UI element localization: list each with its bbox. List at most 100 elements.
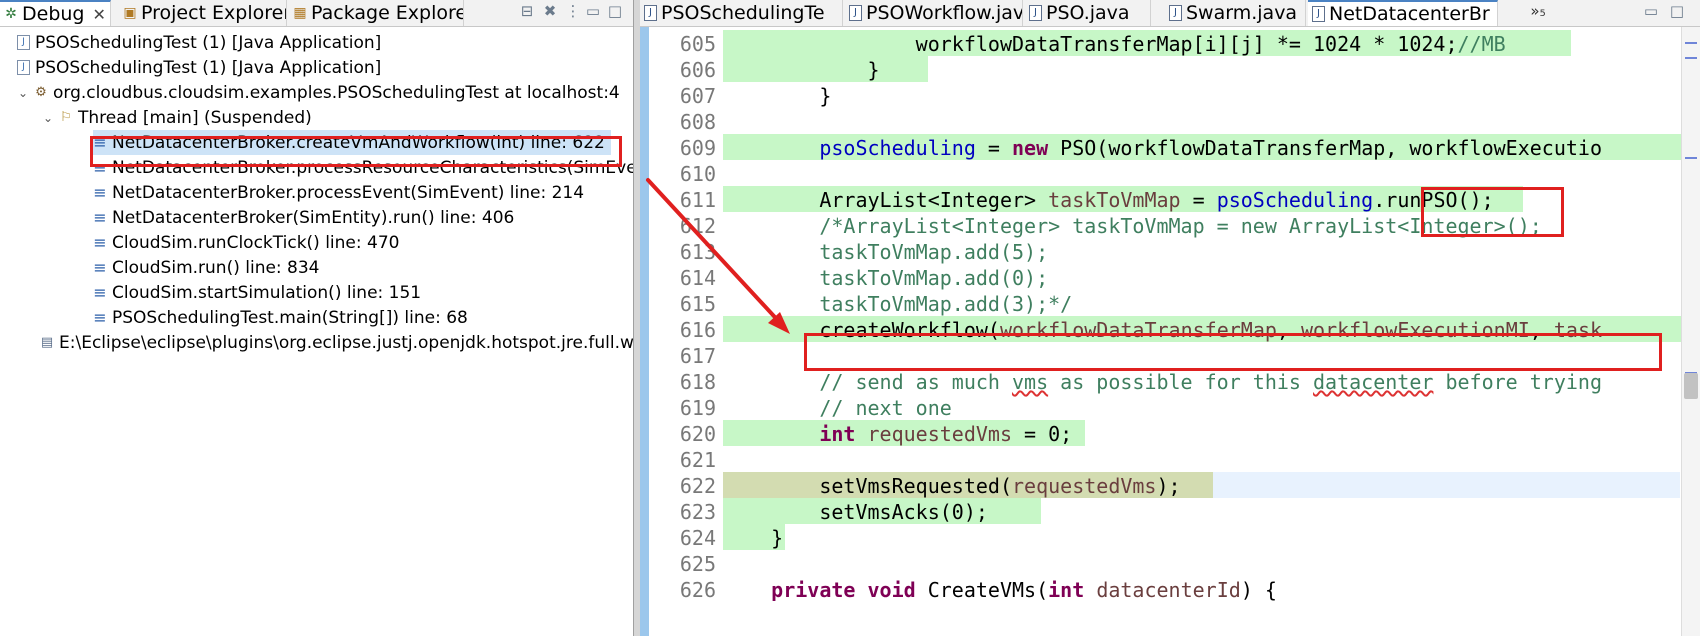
code-text: // send as much vms as possible for this… <box>819 370 1603 394</box>
code-line: 617 <box>640 342 1700 368</box>
collapse-all-icon[interactable]: ⊟ <box>519 2 535 20</box>
chevron-down-icon[interactable]: ⌄ <box>17 86 29 100</box>
stack-frame-selected[interactable]: ≡ NetDatacenterBroker.createVmAndWorkflo… <box>93 130 611 155</box>
tree-item-jre-process[interactable]: ▤ E:\Eclipse\eclipse\plugins\org.eclipse… <box>40 330 634 355</box>
code-text: taskToVmMap.add(3);*/ <box>819 292 1073 316</box>
vertical-scrollbar[interactable] <box>1681 27 1700 636</box>
process-icon: ▤ <box>40 334 54 350</box>
minimize-icon[interactable]: ▭ <box>1643 2 1659 20</box>
remove-launches-icon[interactable]: ✖ <box>542 2 558 20</box>
stack-frame[interactable]: ≡ NetDatacenterBroker(SimEntity).run() l… <box>93 205 514 230</box>
view-menu-icon[interactable]: ⋮ <box>565 2 581 20</box>
line-number: 610 <box>679 162 716 186</box>
code-line: 607 } <box>640 82 1700 108</box>
tree-item-launch-1[interactable]: J PSOSchedulingTest (1) [Java Applicatio… <box>17 30 381 55</box>
code-text: createWorkflow(workflowDataTransferMap, … <box>819 318 1603 342</box>
tree-item-label: org.cloudbus.cloudsim.examples.PSOSchedu… <box>53 82 620 103</box>
stack-frame[interactable]: ≡ CloudSim.startSimulation() line: 151 <box>93 280 421 305</box>
tab-debug[interactable]: ✲ Debug ✕ <box>0 0 111 26</box>
line-number: 624 <box>679 526 716 550</box>
line-number: 617 <box>679 344 716 368</box>
line-number: 605 <box>679 32 716 56</box>
stack-frame[interactable]: ≡ NetDatacenterBroker.processEvent(SimEv… <box>93 180 584 205</box>
debug-target-icon: ⚙ <box>35 84 47 100</box>
thread-suspended-icon: ⚐ <box>60 109 72 125</box>
line-number: 619 <box>679 396 716 420</box>
line-number: 625 <box>679 552 716 576</box>
stack-frame[interactable]: ≡ NetDatacenterBroker.processResourceCha… <box>93 155 636 180</box>
line-number: 622 <box>679 474 716 498</box>
code-line: 621 <box>640 446 1700 472</box>
code-line: 605 workflowDataTransferMap[i][j] *= 102… <box>640 30 1700 56</box>
stack-frame-icon: ≡ <box>93 132 107 152</box>
stack-frame[interactable]: ≡ CloudSim.runClockTick() line: 470 <box>93 230 399 255</box>
code-line: 618 // send as much vms as possible for … <box>640 368 1700 394</box>
editor-tab-label: PSO.java <box>1046 2 1130 24</box>
stack-frame[interactable]: ≡ PSOSchedulingTest.main(String[]) line:… <box>93 305 468 330</box>
tree-item-label: CloudSim.run() line: 834 <box>112 257 320 278</box>
minimize-icon[interactable]: ▭ <box>585 2 601 20</box>
debug-view-tabbar: ✲ Debug ✕ ▣ Project Explorer ▦ Package E… <box>0 0 640 27</box>
code-editor[interactable]: 605 workflowDataTransferMap[i][j] *= 102… <box>640 27 1700 636</box>
editor-tab-label: NetDatacenterBr <box>1329 3 1490 25</box>
code-text: int requestedVms = 0; <box>819 422 1073 446</box>
editor-tab-label: PSOSchedulingTe <box>661 2 825 24</box>
editor-tab[interactable]: J PSO.java <box>1025 0 1151 26</box>
editor-tab-active[interactable]: J NetDatacenterBr ✕ <box>1308 0 1498 26</box>
tree-item-launch-2[interactable]: J PSOSchedulingTest (1) [Java Applicatio… <box>17 55 381 80</box>
code-text: taskToVmMap.add(0); <box>819 266 1049 290</box>
code-text: setVmsRequested(requestedVms); <box>819 474 1181 498</box>
line-number: 623 <box>679 500 716 524</box>
package-icon: ▦ <box>293 5 307 21</box>
tree-item-thread[interactable]: ⌄ ⚐ Thread [main] (Suspended) <box>42 105 312 130</box>
code-line: 606 } <box>640 56 1700 82</box>
code-text: } <box>771 526 784 550</box>
code-line: 620 int requestedVms = 0; <box>640 420 1700 446</box>
tree-item-label: Thread [main] (Suspended) <box>78 107 312 128</box>
tab-package-explorer[interactable]: ▦ Package Explorer <box>289 0 464 26</box>
chevron-down-icon[interactable]: ⌄ <box>42 111 54 125</box>
code-text: private void CreateVMs(int datacenterId)… <box>771 578 1277 602</box>
code-line: 611 ArrayList<Integer> taskToVmMap = pso… <box>640 186 1700 212</box>
line-number: 626 <box>679 578 716 602</box>
line-number: 614 <box>679 266 716 290</box>
stack-frame-icon: ≡ <box>93 232 107 252</box>
close-icon[interactable]: ✕ <box>92 5 105 24</box>
tree-item-label: NetDatacenterBroker.createVmAndWorkflow(… <box>112 132 605 153</box>
maximize-icon[interactable]: □ <box>1669 2 1685 20</box>
editor-tab[interactable]: J PSOWorkflow.jav <box>845 0 1023 26</box>
line-number: 613 <box>679 240 716 264</box>
line-number: 612 <box>679 214 716 238</box>
tab-overflow-icon[interactable]: »₅ <box>1523 2 1553 20</box>
tree-item-label: CloudSim.runClockTick() line: 470 <box>112 232 400 253</box>
debug-icon: ✲ <box>5 6 17 22</box>
debug-view: ✲ Debug ✕ ▣ Project Explorer ▦ Package E… <box>0 0 640 636</box>
tree-item-label: PSOSchedulingTest (1) [Java Application] <box>35 32 382 53</box>
line-number: 608 <box>679 110 716 134</box>
java-file-icon: J <box>644 5 657 21</box>
code-line: 626 private void CreateVMs(int datacente… <box>640 576 1700 602</box>
code-line: 612 /*ArrayList<Integer> taskToVmMap = n… <box>640 212 1700 238</box>
maximize-icon[interactable]: □ <box>607 2 623 20</box>
code-line: 610 <box>640 160 1700 186</box>
stack-frame-icon: ≡ <box>93 157 107 177</box>
tree-item-vm[interactable]: ⌄ ⚙ org.cloudbus.cloudsim.examples.PSOSc… <box>17 80 620 105</box>
tab-project-explorer[interactable]: ▣ Project Explorer <box>119 0 287 26</box>
code-line: 615 taskToVmMap.add(3);*/ <box>640 290 1700 316</box>
tab-package-explorer-label: Package Explorer <box>311 2 464 24</box>
code-text: setVmsAcks(0); <box>819 500 988 524</box>
tree-item-label: PSOSchedulingTest.main(String[]) line: 6… <box>112 307 468 328</box>
line-number: 615 <box>679 292 716 316</box>
line-number: 611 <box>679 188 716 212</box>
code-line: 625 <box>640 550 1700 576</box>
scrollbar-thumb[interactable] <box>1684 373 1698 399</box>
line-number: 616 <box>679 318 716 342</box>
code-text: // next one <box>819 396 952 420</box>
editor-tab[interactable]: J Swarm.java <box>1165 0 1306 26</box>
stack-frame-icon: ≡ <box>93 257 107 277</box>
stack-frame[interactable]: ≡ CloudSim.run() line: 834 <box>93 255 320 280</box>
editor-tab[interactable]: J PSOSchedulingTe <box>640 0 843 26</box>
code-text: /*ArrayList<Integer> taskToVmMap = new A… <box>819 214 1542 238</box>
code-line: 619 // next one <box>640 394 1700 420</box>
stack-frame-icon: ≡ <box>93 182 107 202</box>
